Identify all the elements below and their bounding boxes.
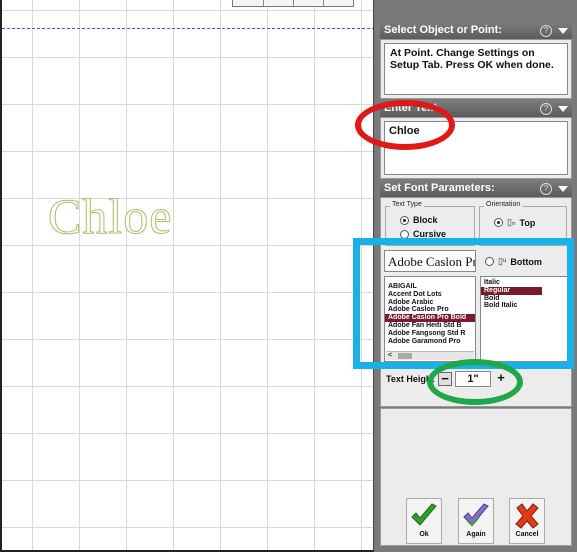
ok-label: Ok [419, 531, 429, 538]
text-height-input[interactable]: 1" [455, 371, 491, 387]
font-list-item-selected[interactable]: Adobe Caslon Pro Bold [385, 314, 475, 322]
style-list-item[interactable]: Bold [481, 295, 567, 303]
radio-bottom[interactable]: ▯ᵘ Bottom [485, 256, 542, 267]
orientation-label: Orientation [484, 201, 523, 208]
orientation-group: Orientation ▯ₙ Top [479, 201, 567, 246]
text-input-value: Chloe [389, 125, 420, 137]
enter-text-title: Enter Text [384, 102, 437, 114]
orientation-bottom-icon: ▯ᵘ [498, 256, 507, 266]
again-button[interactable]: Again [458, 498, 494, 544]
enter-text-header[interactable]: Enter Text ? [380, 100, 572, 117]
chevron-down-icon[interactable] [558, 27, 568, 34]
radio-bottom-label: Bottom [510, 256, 542, 267]
cancel-x-icon [515, 503, 539, 529]
chevron-down-icon[interactable] [558, 185, 568, 192]
radio-cursive[interactable]: Cursive [400, 229, 446, 239]
style-list-item[interactable]: Italic [481, 279, 567, 287]
design-canvas[interactable]: Chloe [0, 0, 375, 552]
select-object-title: Select Object or Point: [384, 24, 502, 36]
enter-text-body: Chloe [380, 117, 572, 179]
radio-cursive-label: Cursive [413, 229, 447, 239]
orientation-top-icon: ▯ₙ [507, 217, 516, 227]
font-params-body: Text Type Block Cursive Orientation ▯ₙ T… [380, 197, 572, 407]
ruler-strip [232, 0, 354, 7]
select-object-header[interactable]: Select Object or Point: ? [380, 22, 572, 39]
font-params-header[interactable]: Set Font Parameters: ? [380, 180, 572, 197]
scroll-thumb[interactable] [398, 353, 412, 359]
again-label: Again [466, 531, 486, 538]
help-icon[interactable]: ? [540, 102, 552, 115]
radio-selected-icon [400, 215, 409, 225]
font-list-item[interactable]: Adobe Caslon Pro [385, 306, 475, 314]
font-preview: Adobe Caslon Pro B [384, 250, 476, 272]
instruction-box: At Point. Change Settings on Setup Tab. … [384, 43, 568, 95]
radio-unselected-icon [485, 257, 494, 266]
increase-height-button[interactable]: + [494, 371, 508, 386]
font-list-item[interactable]: ABIGAIL [385, 283, 475, 291]
font-list-item[interactable]: Adobe Fangsong Std R [385, 330, 475, 338]
font-list-item[interactable]: Accent Dot Lots [385, 291, 475, 299]
again-check-icon [463, 503, 489, 527]
help-icon[interactable]: ? [540, 182, 552, 195]
text-height-label: Text Height [386, 374, 435, 384]
cancel-button[interactable]: Cancel [509, 498, 545, 544]
radio-top-label: Top [519, 217, 536, 228]
font-list[interactable]: ABIGAIL Accent Dot Lots Adobe Arabic Ado… [384, 276, 476, 362]
instruction-text: At Point. Change Settings on Setup Tab. … [390, 47, 554, 71]
help-icon[interactable]: ? [540, 24, 552, 37]
text-type-group: Text Type Block Cursive [385, 201, 475, 246]
text-input[interactable]: Chloe [384, 121, 568, 175]
radio-unselected-icon [400, 229, 409, 239]
style-list-item-selected[interactable]: Regular [481, 286, 542, 295]
radio-top[interactable]: ▯ₙ Top [494, 217, 535, 228]
guide-line [2, 28, 375, 29]
decrease-height-button[interactable]: − [438, 372, 452, 386]
font-params-title: Set Font Parameters: [384, 182, 495, 194]
checkmark-icon [411, 503, 437, 526]
radio-block-label: Block [413, 215, 438, 225]
font-list-item[interactable]: Adobe Arabic [385, 299, 475, 307]
canvas-text-object[interactable]: Chloe [47, 186, 172, 246]
chevron-down-icon[interactable] [558, 105, 568, 112]
horizontal-scrollbar[interactable]: < [386, 351, 474, 360]
font-list-item[interactable]: Adobe Fan Heiti Std B [385, 322, 475, 330]
font-list-item[interactable]: Adobe Garamond Pro [385, 338, 475, 346]
radio-block[interactable]: Block [400, 215, 438, 225]
cancel-label: Cancel [515, 531, 539, 538]
ok-button[interactable]: Ok [406, 498, 442, 544]
text-type-label: Text Type [390, 201, 424, 208]
select-object-body: At Point. Change Settings on Setup Tab. … [380, 39, 572, 99]
style-list[interactable]: Italic Regular Bold Bold Italic [480, 276, 568, 362]
radio-selected-icon [494, 218, 503, 227]
scroll-left-icon[interactable]: < [388, 352, 392, 360]
style-list-item[interactable]: Bold Italic [481, 302, 567, 310]
tool-panel: Select Object or Point: ? At Point. Chan… [373, 0, 577, 552]
